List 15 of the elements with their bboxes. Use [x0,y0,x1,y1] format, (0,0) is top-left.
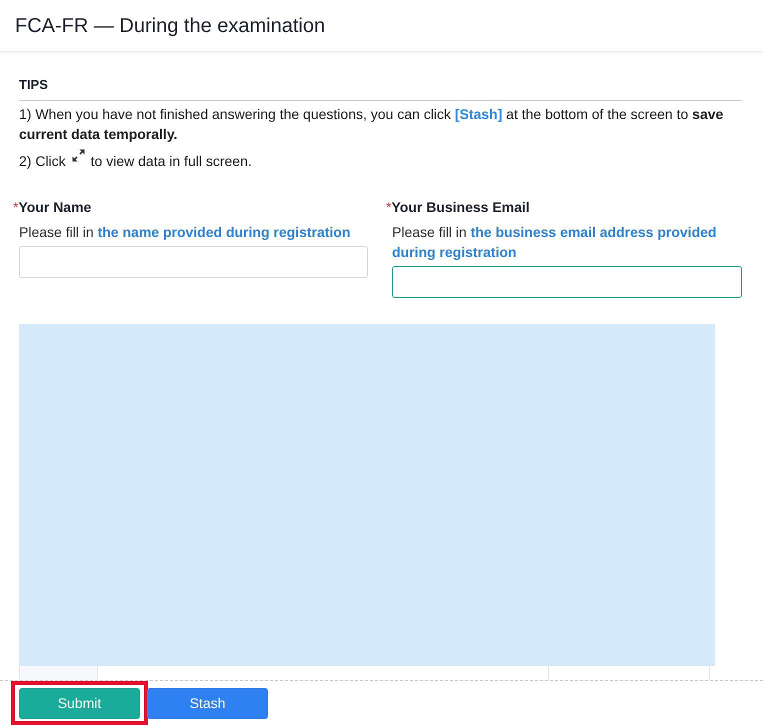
required-mark: * [386,198,392,216]
field-label: Your Business Email [391,198,530,216]
tip-text: 1) When you have not finished answering the questions, you can click [Stash] at the bottom of the screen to save current data temporally. [19,105,724,144]
field-hint: Please fill in the business email address provided during registration [392,223,718,262]
field-label: Your Name [18,198,92,216]
tips-heading: TIPS [19,76,742,101]
stash-link[interactable]: [Stash] [454,106,502,122]
field-hint: Please fill in the name provided during registration [19,223,352,242]
stash-button[interactable]: Stash [147,688,268,719]
page-title: FCA-FR — During the examination [15,14,326,38]
required-mark: * [13,198,18,216]
input-field[interactable] [392,266,742,298]
expand-icon[interactable] [72,149,85,162]
submit-button[interactable]: Submit [19,688,140,719]
tip-text: 2) Click to view data in full screen. [19,149,742,171]
